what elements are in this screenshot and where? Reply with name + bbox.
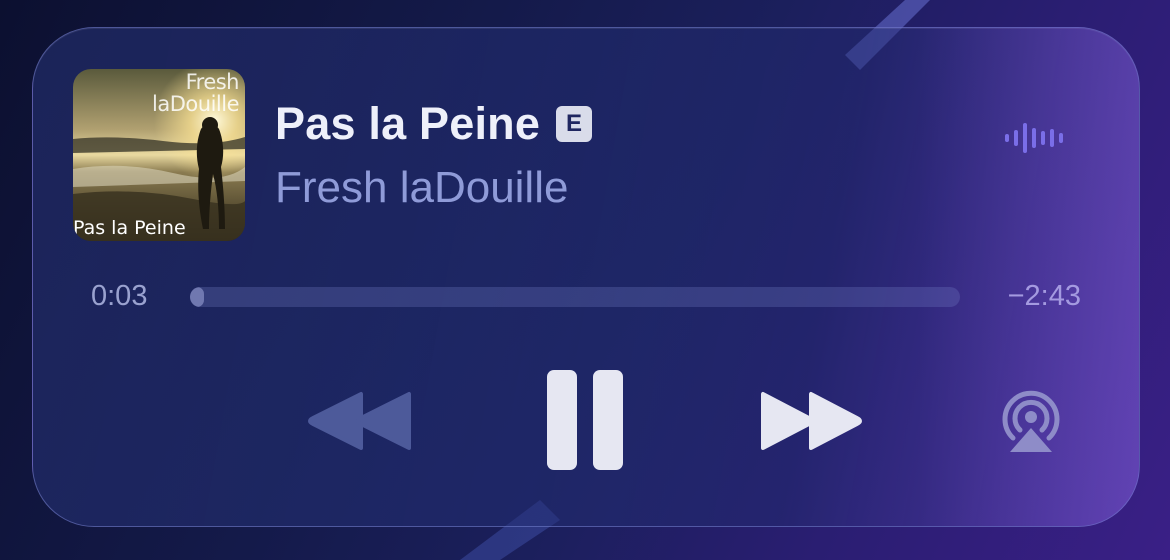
now-playing-widget: Fresh laDouille Pas la Peine Pas la Pein… — [32, 27, 1140, 527]
elapsed-time: 0:03 — [91, 280, 148, 312]
rewind-button[interactable] — [305, 386, 417, 456]
track-title[interactable]: Pas la Peine — [275, 98, 540, 150]
artwork-top-text: Fresh laDouille — [152, 70, 239, 116]
explicit-badge: E — [556, 106, 593, 142]
fast-forward-icon — [761, 392, 862, 450]
album-artwork[interactable]: Fresh laDouille Pas la Peine — [73, 69, 245, 241]
airplay-button[interactable] — [996, 388, 1066, 456]
pause-icon — [547, 370, 623, 470]
progress-scrubber[interactable] — [190, 287, 960, 307]
progress-fill — [190, 287, 204, 307]
artist-name[interactable]: Fresh laDouille — [275, 163, 568, 213]
waveform-icon — [1005, 123, 1063, 153]
airplay-icon — [1002, 390, 1060, 452]
title-row: Pas la Peine E — [275, 98, 593, 150]
artwork-bottom-text: Pas la Peine — [73, 217, 186, 239]
pause-button[interactable] — [543, 368, 627, 472]
fast-forward-button[interactable] — [755, 386, 867, 456]
remaining-time: −2:43 — [1007, 280, 1081, 312]
rewind-icon — [308, 392, 411, 450]
